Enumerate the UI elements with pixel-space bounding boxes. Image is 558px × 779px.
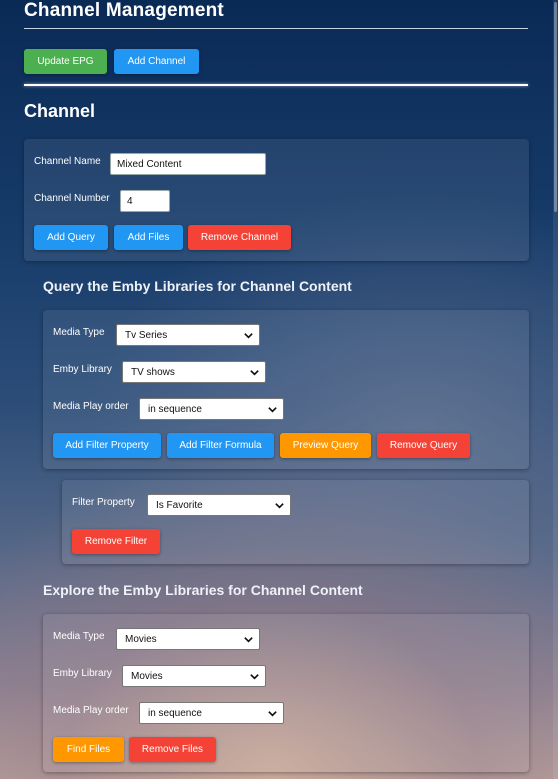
chevron-down-icon bbox=[244, 637, 253, 643]
add-channel-button[interactable]: Add Channel bbox=[114, 49, 199, 74]
explore-panel: Media Type Movies Emby Library Movies Me… bbox=[43, 614, 529, 772]
explore-play-order-label: Media Play order bbox=[53, 705, 129, 716]
preview-query-button[interactable]: Preview Query bbox=[280, 433, 371, 458]
add-filter-property-button[interactable]: Add Filter Property bbox=[53, 433, 161, 458]
title-divider bbox=[24, 28, 528, 29]
remove-filter-button[interactable]: Remove Filter bbox=[72, 529, 160, 554]
query-library-select[interactable]: TV shows bbox=[122, 361, 266, 383]
channel-number-label: Channel Number bbox=[34, 193, 110, 204]
explore-media-type-label: Media Type bbox=[53, 631, 105, 642]
explore-library-value: Movies bbox=[131, 670, 163, 682]
query-media-type-select[interactable]: Tv Series bbox=[116, 324, 260, 346]
update-epg-button[interactable]: Update EPG bbox=[24, 49, 107, 74]
remove-query-button[interactable]: Remove Query bbox=[377, 433, 470, 458]
explore-library-label: Emby Library bbox=[53, 668, 112, 679]
query-play-order-select[interactable]: in sequence bbox=[139, 398, 284, 420]
query-play-order-label: Media Play order bbox=[53, 401, 129, 412]
add-filter-formula-button[interactable]: Add Filter Formula bbox=[167, 433, 274, 458]
chevron-down-icon bbox=[268, 407, 277, 413]
add-query-button[interactable]: Add Query bbox=[34, 225, 108, 250]
add-files-button[interactable]: Add Files bbox=[114, 225, 183, 250]
query-play-order-value: in sequence bbox=[148, 403, 202, 415]
chevron-down-icon bbox=[250, 674, 259, 680]
explore-media-type-value: Movies bbox=[125, 633, 157, 645]
page-scrollbar[interactable] bbox=[553, 0, 558, 779]
remove-files-button[interactable]: Remove Files bbox=[129, 737, 216, 762]
explore-media-type-select[interactable]: Movies bbox=[116, 628, 260, 650]
filter-property-label: Filter Property bbox=[72, 497, 135, 508]
page-title: Channel Management bbox=[24, 0, 224, 21]
explore-heading: Explore the Emby Libraries for Channel C… bbox=[43, 582, 363, 598]
filter-panel: Filter Property Is Favorite Remove Filte… bbox=[62, 480, 529, 564]
channel-name-input[interactable]: Mixed Content bbox=[110, 153, 266, 175]
explore-play-order-select[interactable]: in sequence bbox=[139, 702, 284, 724]
filter-property-value: Is Favorite bbox=[156, 499, 203, 511]
query-library-label: Emby Library bbox=[53, 364, 112, 375]
chevron-down-icon bbox=[250, 370, 259, 376]
scrollbar-thumb[interactable] bbox=[554, 2, 557, 212]
query-heading: Query the Emby Libraries for Channel Con… bbox=[43, 278, 352, 294]
query-media-type-label: Media Type bbox=[53, 327, 105, 338]
channel-number-input[interactable]: 4 bbox=[120, 190, 170, 212]
channel-name-label: Channel Name bbox=[34, 156, 101, 167]
query-library-value: TV shows bbox=[131, 366, 175, 378]
chevron-down-icon bbox=[275, 503, 284, 509]
find-files-button[interactable]: Find Files bbox=[53, 737, 124, 762]
chevron-down-icon bbox=[244, 333, 253, 339]
chevron-down-icon bbox=[268, 711, 277, 717]
channel-heading: Channel bbox=[24, 101, 96, 121]
query-media-type-value: Tv Series bbox=[125, 329, 168, 341]
remove-channel-button[interactable]: Remove Channel bbox=[188, 225, 291, 250]
explore-play-order-value: in sequence bbox=[148, 707, 202, 719]
header-divider bbox=[24, 84, 528, 86]
query-panel: Media Type Tv Series Emby Library TV sho… bbox=[43, 310, 529, 469]
channel-panel: Channel Name Mixed Content Channel Numbe… bbox=[24, 139, 529, 261]
filter-property-select[interactable]: Is Favorite bbox=[147, 494, 291, 516]
explore-library-select[interactable]: Movies bbox=[122, 665, 266, 687]
